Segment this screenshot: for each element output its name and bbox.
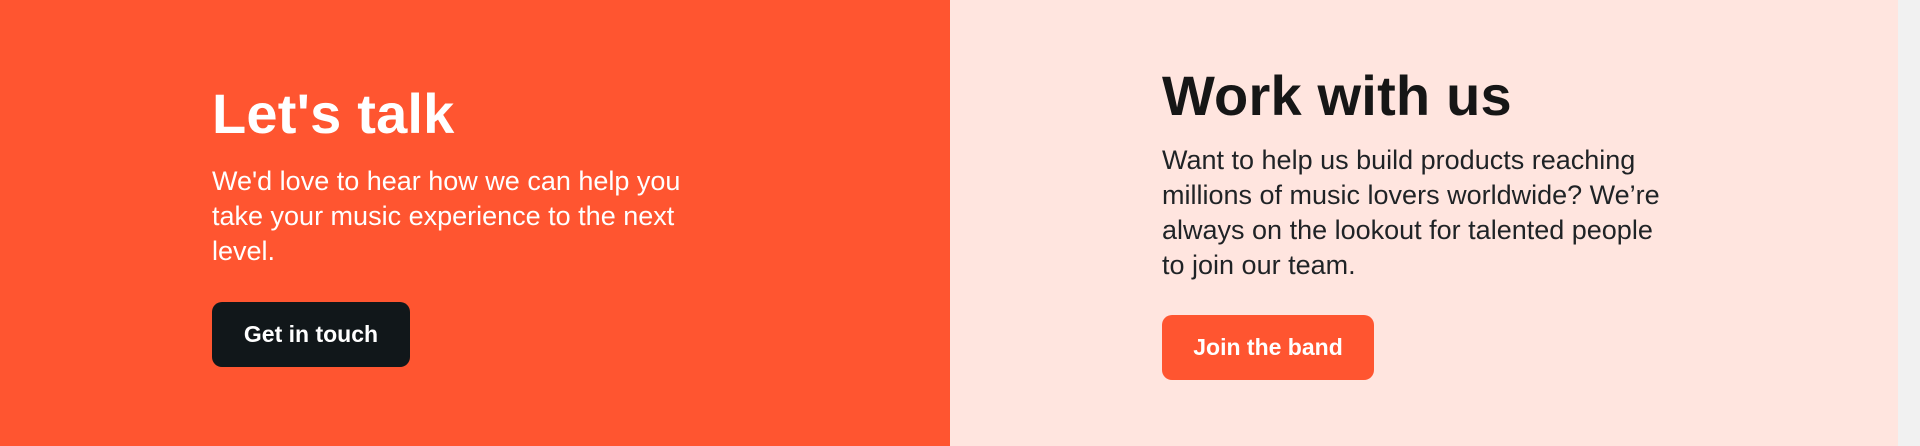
lets-talk-panel: Let's talk We'd love to hear how we can … — [0, 0, 950, 446]
lets-talk-description: We'd love to hear how we can help you ta… — [212, 166, 681, 266]
lets-talk-content: Let's talk We'd love to hear how we can … — [212, 82, 752, 367]
work-with-us-description: Want to help us build products reaching … — [1162, 145, 1660, 280]
scrollbar-track[interactable] — [1898, 0, 1920, 446]
work-with-us-title: Work with us — [1162, 64, 1512, 127]
lets-talk-title: Let's talk — [212, 82, 455, 145]
work-with-us-content: Work with us Want to help us build produ… — [1162, 64, 1682, 380]
join-the-band-button[interactable]: Join the band — [1162, 315, 1374, 380]
page: Let's talk We'd love to hear how we can … — [0, 0, 1920, 446]
get-in-touch-button[interactable]: Get in touch — [212, 302, 410, 367]
work-with-us-panel: Work with us Want to help us build produ… — [950, 0, 1898, 446]
